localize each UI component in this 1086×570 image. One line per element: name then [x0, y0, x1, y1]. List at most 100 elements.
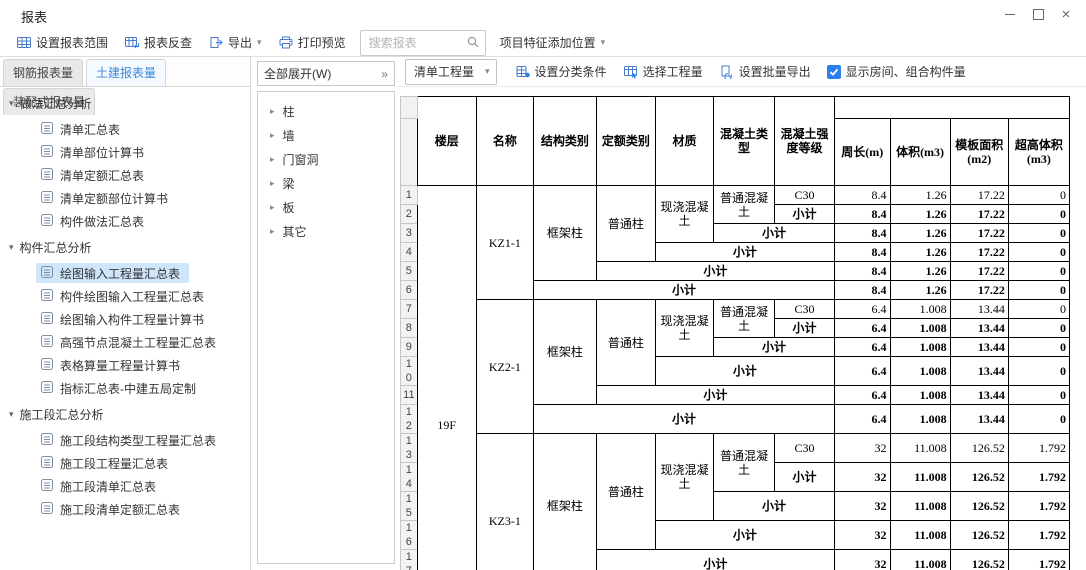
row-number: 9: [401, 338, 418, 357]
toolbar-button[interactable]: 报表反查: [116, 31, 200, 55]
table-cell: 1.792: [1008, 521, 1069, 550]
select-quantity-icon: [623, 64, 639, 79]
show-room-combined-checkbox[interactable]: 显示房间、组合构件量: [821, 63, 972, 80]
tree-item[interactable]: 施工段结构类型工程量汇总表: [36, 430, 225, 450]
column-header: 结构类别: [533, 97, 596, 186]
row-number: 1: [401, 186, 418, 205]
tree-group[interactable]: ▾做法汇总分析: [0, 90, 250, 116]
toolbar-button[interactable]: 打印预览: [270, 31, 354, 55]
tree-item[interactable]: 施工段清单汇总表: [36, 476, 165, 496]
table-cell: 小计: [533, 405, 834, 434]
report-toolbar-button[interactable]: 选择工程量: [615, 60, 711, 84]
tree-group-label: 做法汇总分析: [20, 95, 92, 112]
toolbar-button[interactable]: 导出▾: [200, 31, 270, 55]
report-toolbar-button-label: 选择工程量: [643, 63, 703, 80]
table-cell: 6.4: [834, 300, 890, 319]
report-toolbar-button[interactable]: 设置分类条件: [507, 60, 615, 84]
table-cell: 普通混凝土: [714, 186, 775, 224]
table-cell: 小计: [714, 338, 835, 357]
tree-item[interactable]: 构件绘图输入工程量汇总表: [36, 286, 213, 306]
doc-icon: [40, 167, 54, 184]
report-tree: ▾做法汇总分析清单汇总表清单部位计算书清单定额汇总表清单定额部位计算书构件做法汇…: [0, 88, 250, 570]
component-tree-item[interactable]: ▸柱: [258, 99, 394, 123]
tree-item-label: 施工段清单汇总表: [60, 478, 156, 495]
triangle-down-icon: ▾: [9, 242, 14, 253]
tree-item-label: 清单定额汇总表: [60, 167, 144, 184]
table-cell: 小计: [596, 262, 834, 281]
minimize-button[interactable]: [996, 2, 1024, 28]
table-cell: 小计: [596, 386, 834, 405]
component-tree-item[interactable]: ▸板: [258, 195, 394, 219]
column-header: 周长(m): [834, 119, 890, 186]
doc-icon: [40, 121, 54, 138]
report-toolbar: 清单工程量 ▾ 设置分类条件 选择工程量设置批量导出 显示房间、组合构件量: [398, 57, 1086, 87]
triangle-down-icon: ▾: [9, 409, 14, 420]
component-tree-item[interactable]: ▸其它: [258, 219, 394, 243]
expand-all-button[interactable]: 全部展开(W) »: [257, 61, 395, 86]
feature-position-button[interactable]: 项目特征添加位置 ▾: [492, 31, 614, 55]
tree-group[interactable]: ▾构件汇总分析: [0, 234, 250, 260]
component-item-label: 门窗洞: [283, 151, 319, 168]
quantity-type-select[interactable]: 清单工程量 ▾: [405, 59, 497, 85]
component-tree-item[interactable]: ▸ 门窗洞: [258, 147, 394, 171]
component-item-label: 柱: [283, 103, 295, 120]
tree-item[interactable]: 指标汇总表-中建五局定制: [36, 378, 205, 398]
tree-item[interactable]: 绘图输入工程量汇总表: [36, 263, 189, 283]
tree-item-label: 表格算量工程量计算书: [60, 357, 180, 374]
close-button[interactable]: ×: [1052, 2, 1080, 28]
table-cell: 17.22: [950, 243, 1008, 262]
tree-item[interactable]: 施工段清单定额汇总表: [36, 499, 189, 519]
doc-icon: [40, 288, 54, 305]
show-room-combined-label: 显示房间、组合构件量: [846, 63, 966, 80]
quantity-type-label: 清单工程量: [414, 63, 474, 80]
triangle-right-icon: ▸: [270, 202, 275, 213]
tree-item[interactable]: 高强节点混凝土工程量汇总表: [36, 332, 225, 352]
component-item-label: 墙: [283, 127, 295, 144]
tree-item[interactable]: 绘图输入构件工程量计算书: [36, 309, 213, 329]
tree-item-label: 构件绘图输入工程量汇总表: [60, 288, 204, 305]
tree-item[interactable]: 清单定额汇总表: [36, 165, 153, 185]
tree-item[interactable]: 清单部位计算书: [36, 142, 153, 162]
table-cell: 1.008: [890, 405, 950, 434]
tree-item[interactable]: 表格算量工程量计算书: [36, 355, 189, 375]
batch-export-icon: [719, 64, 735, 79]
tree-item[interactable]: 施工段工程量汇总表: [36, 453, 177, 473]
component-item-label: 其它: [283, 223, 307, 240]
toolbar-button[interactable]: 设置报表范围: [8, 31, 116, 55]
tree-group-label: 施工段汇总分析: [20, 406, 104, 423]
tree-group[interactable]: ▾ 施工段汇总分析: [0, 401, 250, 427]
table-cell: 小计: [774, 319, 834, 338]
table-cell: 19F: [417, 186, 476, 570]
report-view-panel: 清单工程量 ▾ 设置分类条件 选择工程量设置批量导出 显示房间、组合构件量 楼层名…: [398, 57, 1086, 570]
table-cell: 小计: [533, 281, 834, 300]
tree-item[interactable]: 清单定额部位计算书: [36, 188, 177, 208]
table-cell: 小计: [655, 357, 834, 386]
component-tree-item[interactable]: ▸梁: [258, 171, 394, 195]
search-input[interactable]: [367, 31, 463, 55]
search-icon: [467, 36, 479, 51]
component-tree-item[interactable]: ▸墙: [258, 123, 394, 147]
table-cell: 普通柱: [596, 186, 655, 262]
tab-土建报表量[interactable]: 土建报表量: [86, 59, 166, 86]
row-number: 7: [401, 300, 418, 319]
report-table-area: 楼层名称结构类别定额类别材质混凝土类型混凝土强度等级周长(m)体积(m3)模板面…: [400, 96, 1086, 570]
table-cell: 13.44: [950, 338, 1008, 357]
tree-item[interactable]: 构件做法汇总表: [36, 211, 153, 231]
table-cell: 普通混凝土: [714, 300, 775, 338]
report-toolbar-button[interactable]: 设置批量导出: [711, 60, 819, 84]
column-header: 混凝土类型: [714, 97, 775, 186]
table-cell: 11.008: [890, 463, 950, 492]
grid-icon: [16, 35, 32, 50]
row-number: 6: [401, 281, 418, 300]
doc-icon: [40, 190, 54, 207]
table-cell: 17.22: [950, 205, 1008, 224]
quantity-group-header: [834, 97, 1069, 119]
table-cell: 8.4: [834, 186, 890, 205]
triangle-right-icon: ▸: [270, 154, 275, 165]
table-cell: 13.44: [950, 386, 1008, 405]
tree-item-label: 构件做法汇总表: [60, 213, 144, 230]
tab-钢筋报表量[interactable]: 钢筋报表量: [3, 59, 83, 86]
tree-item[interactable]: 清单汇总表: [36, 119, 129, 139]
maximize-button[interactable]: [1024, 2, 1052, 28]
toolbar-button-label: 报表反查: [144, 34, 192, 51]
